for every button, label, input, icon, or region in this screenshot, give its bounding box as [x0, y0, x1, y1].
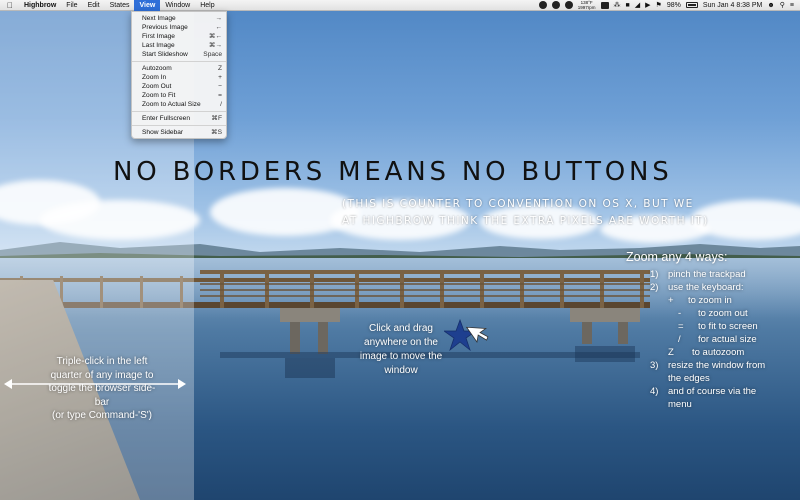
zoom-step: 3) resize the window from	[650, 360, 766, 371]
zoom-instructions: Zoom any 4 ways: 1) pinch the trackpad 2)…	[620, 250, 798, 411]
view-menu-dropdown: Next Image → Previous Image ← First Image ⌘…	[131, 11, 227, 139]
menu-edit[interactable]: Edit	[83, 0, 105, 11]
status-area: 138°F 1997rpm ⁂ ■ ◢ ▶ ⚑ 98% Sun Jan 4 8:…	[534, 0, 800, 11]
user-icon[interactable]: ☻	[767, 0, 774, 11]
menu-item-zoom-in[interactable]: Zoom In +	[132, 73, 226, 82]
menu-item-last-image[interactable]: Last Image ⌘→	[132, 41, 226, 50]
volume-icon[interactable]: ▶	[645, 0, 650, 11]
subheadline: (THIS IS COUNTER TO CONVENTION ON OS X, …	[342, 198, 709, 227]
drag-instructions: Click and drag anywhere on the image to …	[359, 323, 443, 376]
zoom-key: + to zoom in	[668, 295, 732, 306]
menu-item-start-slideshow[interactable]: Start Slideshow Space	[132, 50, 226, 59]
menu-item-show-sidebar[interactable]: Show Sidebar ⌘S	[132, 128, 226, 137]
menu-states[interactable]: States	[105, 0, 135, 11]
menu-app-name[interactable]: Highbrow	[20, 0, 61, 11]
clock-icon[interactable]	[564, 1, 573, 9]
star-pointer-icon	[444, 318, 489, 352]
zoom-key: = to fit to screen	[678, 321, 758, 332]
zoom-step: 1) pinch the trackpad	[650, 269, 746, 280]
display-icon[interactable]	[600, 1, 609, 9]
menu-item-zoom-to-fit[interactable]: Zoom to Fit =	[132, 91, 226, 100]
menu-item-zoom-actual-size[interactable]: Zoom to Actual Size /	[132, 100, 226, 109]
zoom-step: 2) use the keyboard:	[650, 282, 744, 293]
menu-item-autozoom[interactable]: Autozoom Z	[132, 64, 226, 73]
menu-item-zoom-out[interactable]: Zoom Out −	[132, 82, 226, 91]
menu-help[interactable]: Help	[195, 0, 219, 11]
bluetooth-icon[interactable]: ⁂	[614, 0, 621, 11]
headline: NO BORDERS MEANS NO BUTTONS	[113, 157, 673, 187]
battery-percent[interactable]: 98%	[667, 0, 681, 11]
dropbox-icon[interactable]	[538, 1, 547, 9]
menu-bar:  Highbrow File Edit States View Window …	[0, 0, 800, 11]
temperature-monitor[interactable]: 138°F 1997rpm	[578, 0, 596, 10]
zoom-step: 4) and of course via the	[650, 386, 757, 397]
menu-item-enter-fullscreen[interactable]: Enter Fullscreen ⌘F	[132, 114, 226, 123]
menu-separator	[132, 61, 226, 62]
double-arrow-icon	[4, 379, 186, 389]
zoom-step-continued: menu	[668, 399, 692, 410]
zoom-step-continued: the edges	[668, 373, 710, 384]
menu-separator	[132, 111, 226, 112]
apple-icon[interactable]: 	[0, 1, 20, 10]
zoom-title: Zoom any 4 ways:	[626, 250, 728, 264]
menu-item-next-image[interactable]: Next Image →	[132, 14, 226, 23]
flag-icon[interactable]: ⚑	[656, 0, 662, 11]
notification-center-icon[interactable]: ≡	[790, 0, 794, 11]
menu-item-first-image[interactable]: First Image ⌘←	[132, 32, 226, 41]
wifi-icon[interactable]: ◢	[635, 0, 640, 11]
menu-window[interactable]: Window	[160, 0, 195, 11]
skype-icon[interactable]	[551, 1, 560, 9]
zoom-key: Zto autozoom	[668, 347, 745, 358]
lock-icon[interactable]: ■	[626, 0, 630, 11]
battery-icon[interactable]	[685, 2, 698, 8]
zoom-key: - to zoom out	[678, 308, 748, 319]
clock-datetime[interactable]: Sun Jan 4 8:38 PM	[703, 0, 763, 11]
menu-view[interactable]: View	[134, 0, 161, 11]
zoom-key: / for actual size	[678, 334, 757, 345]
menu-item-previous-image[interactable]: Previous Image ←	[132, 23, 226, 32]
menu-file[interactable]: File	[61, 0, 82, 11]
spotlight-search-icon[interactable]: ⚲	[780, 0, 785, 11]
menu-separator	[132, 125, 226, 126]
